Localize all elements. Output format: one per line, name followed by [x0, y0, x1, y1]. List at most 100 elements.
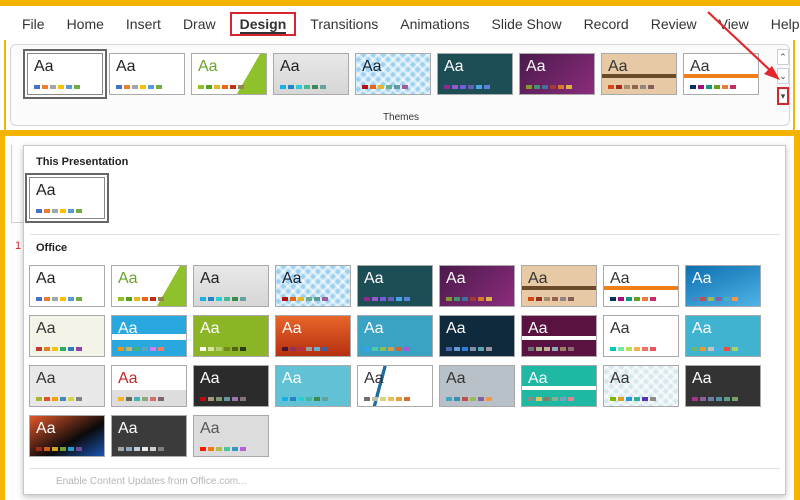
theme-thumbnail[interactable]: Aa	[439, 315, 515, 357]
theme-sample-text: Aa	[444, 58, 464, 75]
tab-review[interactable]: Review	[651, 14, 697, 34]
theme-sample-text: Aa	[362, 58, 382, 75]
theme-sample-text: Aa	[364, 370, 384, 387]
theme-color-swatches	[364, 297, 410, 301]
theme-thumbnail[interactable]: Aa	[355, 53, 431, 95]
theme-color-swatches	[528, 397, 574, 401]
theme-thumbnail[interactable]: Aa	[275, 315, 351, 357]
theme-thumbnail[interactable]: Aa	[521, 365, 597, 407]
theme-thumbnail[interactable]: Aa	[111, 265, 187, 307]
theme-color-swatches	[282, 397, 328, 401]
theme-color-swatches	[610, 397, 656, 401]
highlight-border-middle	[0, 130, 800, 136]
theme-thumbnail[interactable]: Aa	[191, 53, 267, 95]
tab-draw[interactable]: Draw	[183, 14, 216, 34]
theme-thumbnail[interactable]: Aa	[357, 315, 433, 357]
theme-sample-text: Aa	[200, 420, 220, 437]
theme-color-swatches	[200, 447, 246, 451]
theme-thumbnail[interactable]: Aa	[193, 365, 269, 407]
theme-thumbnail[interactable]: Aa	[357, 365, 433, 407]
tab-animations[interactable]: Animations	[400, 14, 469, 34]
theme-thumbnail[interactable]: Aa	[29, 365, 105, 407]
theme-sample-text: Aa	[36, 182, 56, 199]
tab-transitions[interactable]: Transitions	[310, 14, 378, 34]
theme-color-swatches	[36, 447, 82, 451]
theme-thumbnail[interactable]: Aa	[439, 365, 515, 407]
tab-slide-show[interactable]: Slide Show	[492, 14, 562, 34]
theme-thumbnail[interactable]: Aa	[521, 265, 597, 307]
section-office: Office	[36, 242, 68, 254]
theme-thumbnail[interactable]: Aa	[23, 49, 107, 99]
theme-color-swatches	[116, 85, 162, 89]
theme-thumbnail[interactable]: Aa	[685, 315, 761, 357]
theme-color-swatches	[446, 347, 492, 351]
gallery-more-icon[interactable]: ▾	[777, 87, 789, 105]
theme-thumbnail[interactable]: Aa	[437, 53, 513, 95]
theme-thumbnail[interactable]: Aa	[275, 265, 351, 307]
theme-sample-text: Aa	[280, 58, 300, 75]
theme-color-swatches	[282, 297, 328, 301]
theme-color-swatches	[200, 397, 246, 401]
themes-gallery: Aa Aa Aa Aa Aa Aa Aa Aa Aa ⌃ ⌄ ▾ Themes	[10, 44, 790, 126]
themes-dropdown: This Presentation Office Aa Aa Aa Aa Aa Aa Aa A…	[23, 145, 786, 495]
highlight-border-left	[0, 130, 5, 500]
theme-thumbnail[interactable]: Aa	[685, 265, 761, 307]
theme-sample-text: Aa	[692, 270, 712, 287]
theme-thumbnail[interactable]: Aa	[29, 315, 105, 357]
theme-color-swatches	[198, 85, 244, 89]
theme-thumbnail[interactable]: Aa	[275, 365, 351, 407]
theme-thumbnail[interactable]: Aa	[109, 53, 185, 95]
theme-thumbnail[interactable]: Aa	[111, 315, 187, 357]
enable-updates-link[interactable]: Enable Content Updates from Office.com..…	[56, 476, 246, 487]
theme-sample-text: Aa	[118, 420, 138, 437]
theme-thumbnail[interactable]: Aa	[603, 265, 679, 307]
theme-thumbnail[interactable]: Aa	[603, 365, 679, 407]
theme-thumbnail[interactable]: Aa	[439, 265, 515, 307]
theme-thumbnail[interactable]: Aa	[29, 415, 105, 457]
theme-color-swatches	[118, 447, 164, 451]
theme-color-swatches	[528, 347, 574, 351]
theme-sample-text: Aa	[528, 320, 548, 337]
theme-sample-text: Aa	[692, 320, 712, 337]
section-this-presentation: This Presentation	[36, 156, 129, 168]
theme-color-swatches	[200, 347, 246, 351]
theme-thumbnail[interactable]: Aa	[111, 415, 187, 457]
theme-color-swatches	[610, 347, 656, 351]
theme-thumbnail[interactable]: Aa	[273, 53, 349, 95]
theme-thumbnail[interactable]: Aa	[521, 315, 597, 357]
theme-thumbnail[interactable]: Aa	[193, 415, 269, 457]
theme-thumbnail[interactable]: Aa	[519, 53, 595, 95]
theme-sample-text: Aa	[200, 320, 220, 337]
theme-sample-text: Aa	[116, 58, 136, 75]
theme-sample-text: Aa	[282, 370, 302, 387]
theme-color-swatches	[36, 297, 82, 301]
theme-sample-text: Aa	[528, 370, 548, 387]
tab-file[interactable]: File	[22, 14, 45, 34]
theme-color-swatches	[526, 85, 572, 89]
theme-color-swatches	[528, 297, 574, 301]
theme-color-swatches	[446, 397, 492, 401]
theme-thumbnail[interactable]: Aa	[603, 315, 679, 357]
tab-design[interactable]: Design	[229, 12, 297, 36]
theme-sample-text: Aa	[118, 270, 138, 287]
theme-thumbnail[interactable]: Aa	[25, 173, 109, 223]
theme-thumbnail[interactable]: Aa	[193, 315, 269, 357]
tab-record[interactable]: Record	[584, 14, 629, 34]
theme-color-swatches	[364, 397, 410, 401]
theme-sample-text: Aa	[610, 370, 630, 387]
tab-home[interactable]: Home	[67, 14, 104, 34]
tab-insert[interactable]: Insert	[126, 14, 161, 34]
theme-color-swatches	[200, 297, 246, 301]
theme-color-swatches	[692, 347, 738, 351]
theme-color-swatches	[36, 209, 82, 213]
theme-thumbnail[interactable]: Aa	[111, 365, 187, 407]
theme-color-swatches	[118, 397, 164, 401]
theme-thumbnail[interactable]: Aa	[685, 365, 761, 407]
theme-thumbnail[interactable]: Aa	[357, 265, 433, 307]
theme-thumbnail[interactable]: Aa	[193, 265, 269, 307]
theme-sample-text: Aa	[446, 320, 466, 337]
theme-color-swatches	[118, 347, 164, 351]
theme-color-swatches	[362, 85, 408, 89]
theme-thumbnail[interactable]: Aa	[29, 265, 105, 307]
theme-thumbnail[interactable]: Aa	[601, 53, 677, 95]
